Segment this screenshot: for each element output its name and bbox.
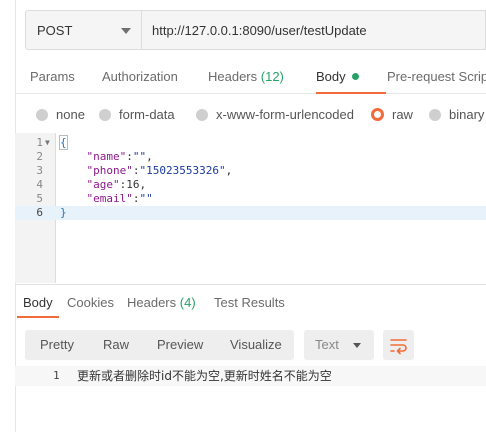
radio-binary[interactable]: binary xyxy=(429,107,484,122)
request-body-editor[interactable]: 1 ▼ { 2 "name":"", 3 "phone":"1502355332… xyxy=(15,133,486,283)
view-pretty-button[interactable]: Pretty xyxy=(40,330,74,360)
editor-line-active: 6 } xyxy=(15,206,486,220)
tab-headers-count: (12) xyxy=(260,69,284,84)
line-number: 2 xyxy=(36,150,43,163)
json-value: "" xyxy=(139,192,153,205)
chevron-down-icon xyxy=(353,343,361,348)
line-number: 3 xyxy=(36,164,43,177)
line-code: "age":16, xyxy=(86,178,147,191)
radio-urlencoded[interactable]: x-www-form-urlencoded xyxy=(196,107,354,122)
tab-headers[interactable]: Headers (12) xyxy=(208,60,284,94)
chevron-down-icon xyxy=(121,28,131,34)
wrap-lines-button[interactable] xyxy=(383,330,414,360)
view-mode-toolbar: Pretty Raw Preview Visualize xyxy=(25,330,294,360)
body-type-radios: none form-data x-www-form-urlencoded raw… xyxy=(15,100,486,130)
response-line: 1 更新或者删除时id不能为空,更新时姓名不能为空 xyxy=(15,366,486,386)
tab-response-body[interactable]: Body xyxy=(23,290,53,316)
line-number: 6 xyxy=(36,206,43,219)
radio-form-data-label: form-data xyxy=(119,107,175,122)
url-input[interactable]: http://127.0.0.1:8090/user/testUpdate xyxy=(141,10,486,50)
line-code: "phone":"15023553326", xyxy=(86,164,233,177)
view-visualize-button[interactable]: Visualize xyxy=(230,330,282,360)
active-tab-underline xyxy=(316,92,386,94)
radio-urlencoded-label: x-www-form-urlencoded xyxy=(216,107,354,122)
line-number: 4 xyxy=(36,178,43,191)
json-key: "phone" xyxy=(86,164,133,177)
radio-circle-icon xyxy=(196,108,208,121)
tab-response-cookies[interactable]: Cookies xyxy=(67,290,114,316)
json-value: "15023553326" xyxy=(139,164,226,177)
radio-none-label: none xyxy=(56,107,85,122)
request-url-bar: POST http://127.0.0.1:8090/user/testUpda… xyxy=(25,10,486,50)
radio-none[interactable]: none xyxy=(36,107,85,122)
tab-response-headers[interactable]: Headers (4) xyxy=(127,290,196,316)
wrap-lines-icon xyxy=(390,339,407,355)
pane-divider[interactable] xyxy=(15,284,486,285)
tab-params[interactable]: Params xyxy=(30,60,75,94)
format-select-label: Text xyxy=(315,337,339,352)
tab-body[interactable]: Body xyxy=(316,60,359,94)
editor-line: 5 "email":"" xyxy=(15,192,486,206)
line-code: "name":"", xyxy=(86,150,153,163)
radio-raw-label: raw xyxy=(392,107,413,122)
tab-test-results[interactable]: Test Results xyxy=(214,290,285,316)
tab-authorization[interactable]: Authorization xyxy=(102,60,178,94)
response-body[interactable]: 1 更新或者删除时id不能为空,更新时姓名不能为空 xyxy=(15,366,486,386)
json-key: "age" xyxy=(86,178,120,191)
format-select[interactable]: Text xyxy=(304,330,374,360)
line-number: 1 xyxy=(36,136,43,149)
line-number: 1 xyxy=(53,369,60,382)
tab-headers-label: Headers xyxy=(208,69,258,84)
tab-response-headers-count: (4) xyxy=(179,295,196,310)
body-indicator-dot-icon xyxy=(351,73,359,80)
radio-raw[interactable]: raw xyxy=(371,107,413,122)
radio-circle-icon xyxy=(429,108,441,121)
radio-form-data[interactable]: form-data xyxy=(99,107,175,122)
open-brace: { xyxy=(59,135,68,150)
json-key: "email" xyxy=(86,192,133,205)
tab-prerequest-script[interactable]: Pre-request Script xyxy=(387,60,486,94)
editor-line: 3 "phone":"15023553326", xyxy=(15,164,486,178)
radio-circle-icon xyxy=(99,108,111,121)
fold-arrow-icon[interactable]: ▼ xyxy=(45,136,50,150)
line-number: 5 xyxy=(36,192,43,205)
response-tabs: Body Cookies Headers (4) Test Results xyxy=(15,290,486,318)
request-tabs: Params Authorization Headers (12) Body P… xyxy=(15,60,486,94)
line-code: } xyxy=(60,206,67,220)
json-value: "" xyxy=(132,150,147,163)
json-key: "name" xyxy=(86,150,127,163)
tab-body-label: Body xyxy=(316,69,346,84)
radio-selected-icon xyxy=(371,108,384,121)
radio-binary-label: binary xyxy=(449,107,485,122)
editor-line: 4 "age":16, xyxy=(15,178,486,192)
radio-circle-icon xyxy=(36,108,48,121)
method-label: POST xyxy=(37,22,73,38)
active-tab-underline xyxy=(17,316,59,318)
view-raw-button[interactable]: Raw xyxy=(103,330,129,360)
method-select[interactable]: POST xyxy=(25,10,141,50)
editor-line: 1 ▼ { xyxy=(15,135,486,150)
close-brace: } xyxy=(60,206,67,219)
tab-response-headers-label: Headers xyxy=(127,295,177,310)
view-preview-button[interactable]: Preview xyxy=(157,330,203,360)
editor-line: 2 "name":"", xyxy=(15,150,486,164)
json-value: 16 xyxy=(126,178,140,191)
line-code: { xyxy=(59,135,68,150)
response-text: 更新或者删除时id不能为空,更新时姓名不能为空 xyxy=(77,369,332,383)
line-code: "email":"" xyxy=(86,192,153,205)
